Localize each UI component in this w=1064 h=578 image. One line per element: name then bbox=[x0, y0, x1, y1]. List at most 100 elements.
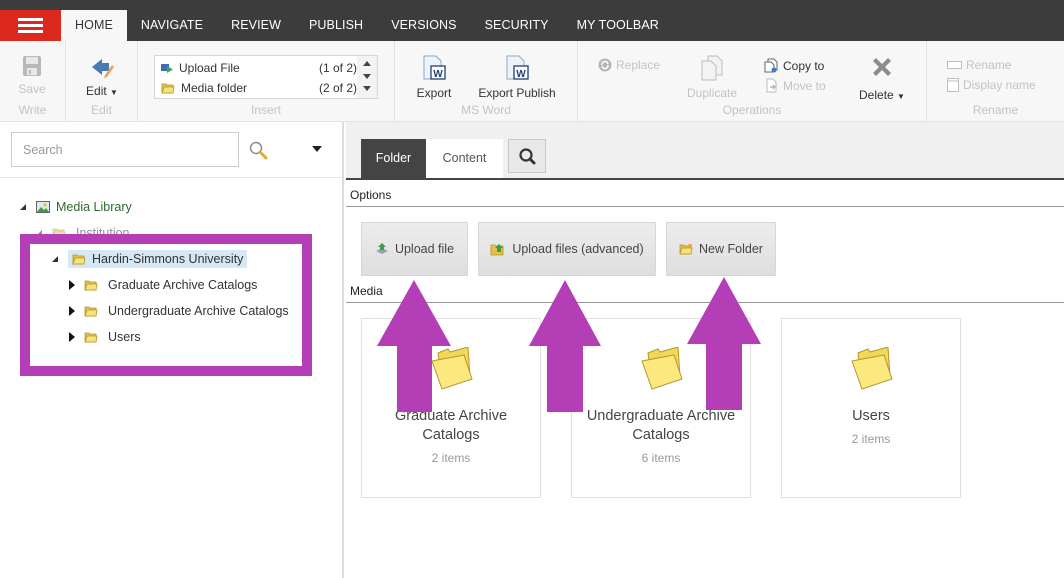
rename-icon bbox=[947, 61, 962, 69]
save-icon bbox=[23, 56, 41, 76]
tab-my-toolbar[interactable]: MY TOOLBAR bbox=[563, 10, 673, 41]
export-button[interactable]: W Export bbox=[409, 55, 459, 100]
export-label: Export bbox=[416, 86, 452, 100]
insert-item-label: Upload File bbox=[179, 61, 240, 75]
tree-search-input[interactable] bbox=[11, 132, 239, 167]
tree-item-undergraduate-archive-catalogs[interactable]: Undergraduate Archive Catalogs bbox=[66, 300, 293, 322]
tree-item-label: Media Library bbox=[56, 200, 132, 214]
tree-item-users[interactable]: Users bbox=[66, 326, 145, 348]
folder-icon bbox=[161, 83, 175, 94]
collapse-arrow-icon[interactable] bbox=[34, 227, 46, 239]
export-publish-button[interactable]: W Export Publish bbox=[475, 55, 559, 100]
tree-item-hardin-simmons-university[interactable]: Hardin-Simmons University bbox=[50, 248, 248, 270]
group-label-insert: Insert bbox=[250, 103, 281, 117]
upload-file-button[interactable]: Upload file bbox=[361, 222, 468, 276]
tab-review[interactable]: REVIEW bbox=[217, 10, 295, 41]
duplicate-button[interactable]: Duplicate bbox=[682, 55, 742, 100]
content-tree-panel: Media Library Institution Hardin-Simmons… bbox=[0, 122, 344, 578]
group-label-edit: Edit bbox=[91, 103, 112, 117]
delete-label-wrap: Delete ▼ bbox=[852, 88, 912, 102]
edit-label: Edit bbox=[86, 84, 107, 98]
upload-files-advanced-button[interactable]: Upload files (advanced) bbox=[478, 222, 656, 276]
insert-list-scrollbar[interactable] bbox=[357, 56, 377, 98]
copy-to-label: Copy to bbox=[783, 58, 825, 73]
delete-x-icon bbox=[873, 58, 891, 76]
tab-publish[interactable]: PUBLISH bbox=[295, 10, 377, 41]
replace-label: Replace bbox=[616, 58, 661, 72]
media-card-graduate-archive-catalogs[interactable]: Graduate Archive Catalogs 2 items bbox=[361, 318, 541, 498]
editor-search-button[interactable] bbox=[508, 139, 546, 173]
save-label: Save bbox=[18, 82, 46, 96]
edit-icon bbox=[92, 59, 114, 78]
move-to-button[interactable]: Move to bbox=[764, 78, 826, 93]
media-card-count: 2 items bbox=[851, 432, 891, 446]
options-divider bbox=[346, 206, 1064, 207]
insert-item-count: (1 of 2) bbox=[318, 61, 357, 75]
folder-icon bbox=[84, 332, 98, 343]
media-card-users[interactable]: Users 2 items bbox=[781, 318, 961, 498]
media-card-count: 6 items bbox=[641, 451, 681, 465]
search-icon bbox=[519, 148, 536, 165]
display-name-button[interactable]: Display name bbox=[947, 78, 1036, 92]
media-card-title: Undergraduate Archive Catalogs bbox=[586, 408, 736, 443]
media-card-title: Graduate Archive Catalogs bbox=[394, 408, 508, 443]
tab-security[interactable]: SECURITY bbox=[471, 10, 563, 41]
media-card-title: Users bbox=[852, 408, 890, 424]
insert-item-media-folder[interactable]: Media folder (2 of 2) bbox=[161, 78, 357, 98]
svg-text:W: W bbox=[433, 69, 443, 80]
chevron-down-icon: ▼ bbox=[897, 92, 905, 101]
options-section-label: Options bbox=[350, 188, 392, 202]
ribbon-group-operations: Replace Duplicate Copy to Move to Delete… bbox=[578, 41, 927, 121]
folder-large-icon bbox=[851, 347, 893, 390]
tree-item-graduate-archive-catalogs[interactable]: Graduate Archive Catalogs bbox=[66, 274, 261, 296]
tab-folder[interactable]: Folder bbox=[361, 139, 426, 178]
insert-item-count: (2 of 2) bbox=[318, 81, 357, 95]
move-to-icon bbox=[766, 78, 777, 93]
expand-list-icon[interactable] bbox=[363, 86, 371, 91]
collapse-arrow-icon[interactable] bbox=[18, 201, 30, 213]
media-card-undergraduate-archive-catalogs[interactable]: Undergraduate Archive Catalogs 6 items bbox=[571, 318, 751, 498]
group-label-write: Write bbox=[18, 103, 47, 117]
media-divider bbox=[346, 302, 1064, 303]
tree-item-label: Graduate Archive Catalogs bbox=[108, 278, 258, 292]
tab-content[interactable]: Content bbox=[426, 139, 503, 178]
display-name-icon bbox=[947, 78, 959, 92]
tab-versions[interactable]: VERSIONS bbox=[377, 10, 470, 41]
chevron-down-icon: ▼ bbox=[110, 88, 118, 97]
expand-arrow-icon[interactable] bbox=[66, 305, 78, 317]
new-folder-icon bbox=[679, 244, 693, 255]
hamburger-line bbox=[18, 24, 43, 27]
group-label-rename: Rename bbox=[972, 103, 1019, 117]
search-icon[interactable] bbox=[248, 140, 270, 162]
media-card-count: 2 items bbox=[431, 451, 471, 465]
replace-button[interactable]: Replace bbox=[598, 58, 660, 72]
tab-navigate[interactable]: NAVIGATE bbox=[127, 10, 217, 41]
tree-item-media-library[interactable]: Media Library bbox=[18, 196, 136, 218]
collapse-arrow-icon[interactable] bbox=[50, 253, 62, 265]
tree-search-area bbox=[0, 122, 343, 178]
ribbon: Save Write Edit ▼ Edit Insert Upload Fil… bbox=[0, 41, 1064, 122]
upload-file-icon bbox=[375, 243, 388, 254]
scroll-up-icon[interactable] bbox=[363, 61, 371, 66]
insert-item-upload-file[interactable]: Upload File (1 of 2) bbox=[161, 58, 357, 78]
insert-item-label: Media folder bbox=[181, 81, 248, 95]
rename-button[interactable]: Rename bbox=[947, 58, 1011, 72]
scroll-down-icon[interactable] bbox=[363, 74, 371, 79]
copy-to-button[interactable]: Copy to bbox=[764, 58, 824, 73]
hamburger-menu-button[interactable] bbox=[0, 10, 61, 41]
expand-arrow-icon[interactable] bbox=[66, 279, 78, 291]
tree-item-institution[interactable]: Institution bbox=[34, 222, 134, 244]
copy-to-icon bbox=[764, 58, 778, 73]
delete-button[interactable]: Delete ▼ bbox=[852, 55, 912, 102]
edit-button[interactable]: Edit ▼ bbox=[82, 55, 122, 98]
top-navigation-bar: HOME NAVIGATE REVIEW PUBLISH VERSIONS SE… bbox=[0, 0, 1064, 41]
upload-file-icon bbox=[161, 64, 173, 73]
folder-icon bbox=[84, 306, 98, 317]
tree-item-label: Hardin-Simmons University bbox=[92, 252, 244, 266]
search-options-dropdown-icon[interactable] bbox=[312, 146, 322, 152]
new-folder-button[interactable]: New Folder bbox=[666, 222, 776, 276]
tab-home[interactable]: HOME bbox=[61, 10, 127, 41]
tree-item-label: Institution bbox=[76, 226, 130, 240]
expand-arrow-icon[interactable] bbox=[66, 331, 78, 343]
save-button[interactable]: Save bbox=[10, 55, 54, 96]
